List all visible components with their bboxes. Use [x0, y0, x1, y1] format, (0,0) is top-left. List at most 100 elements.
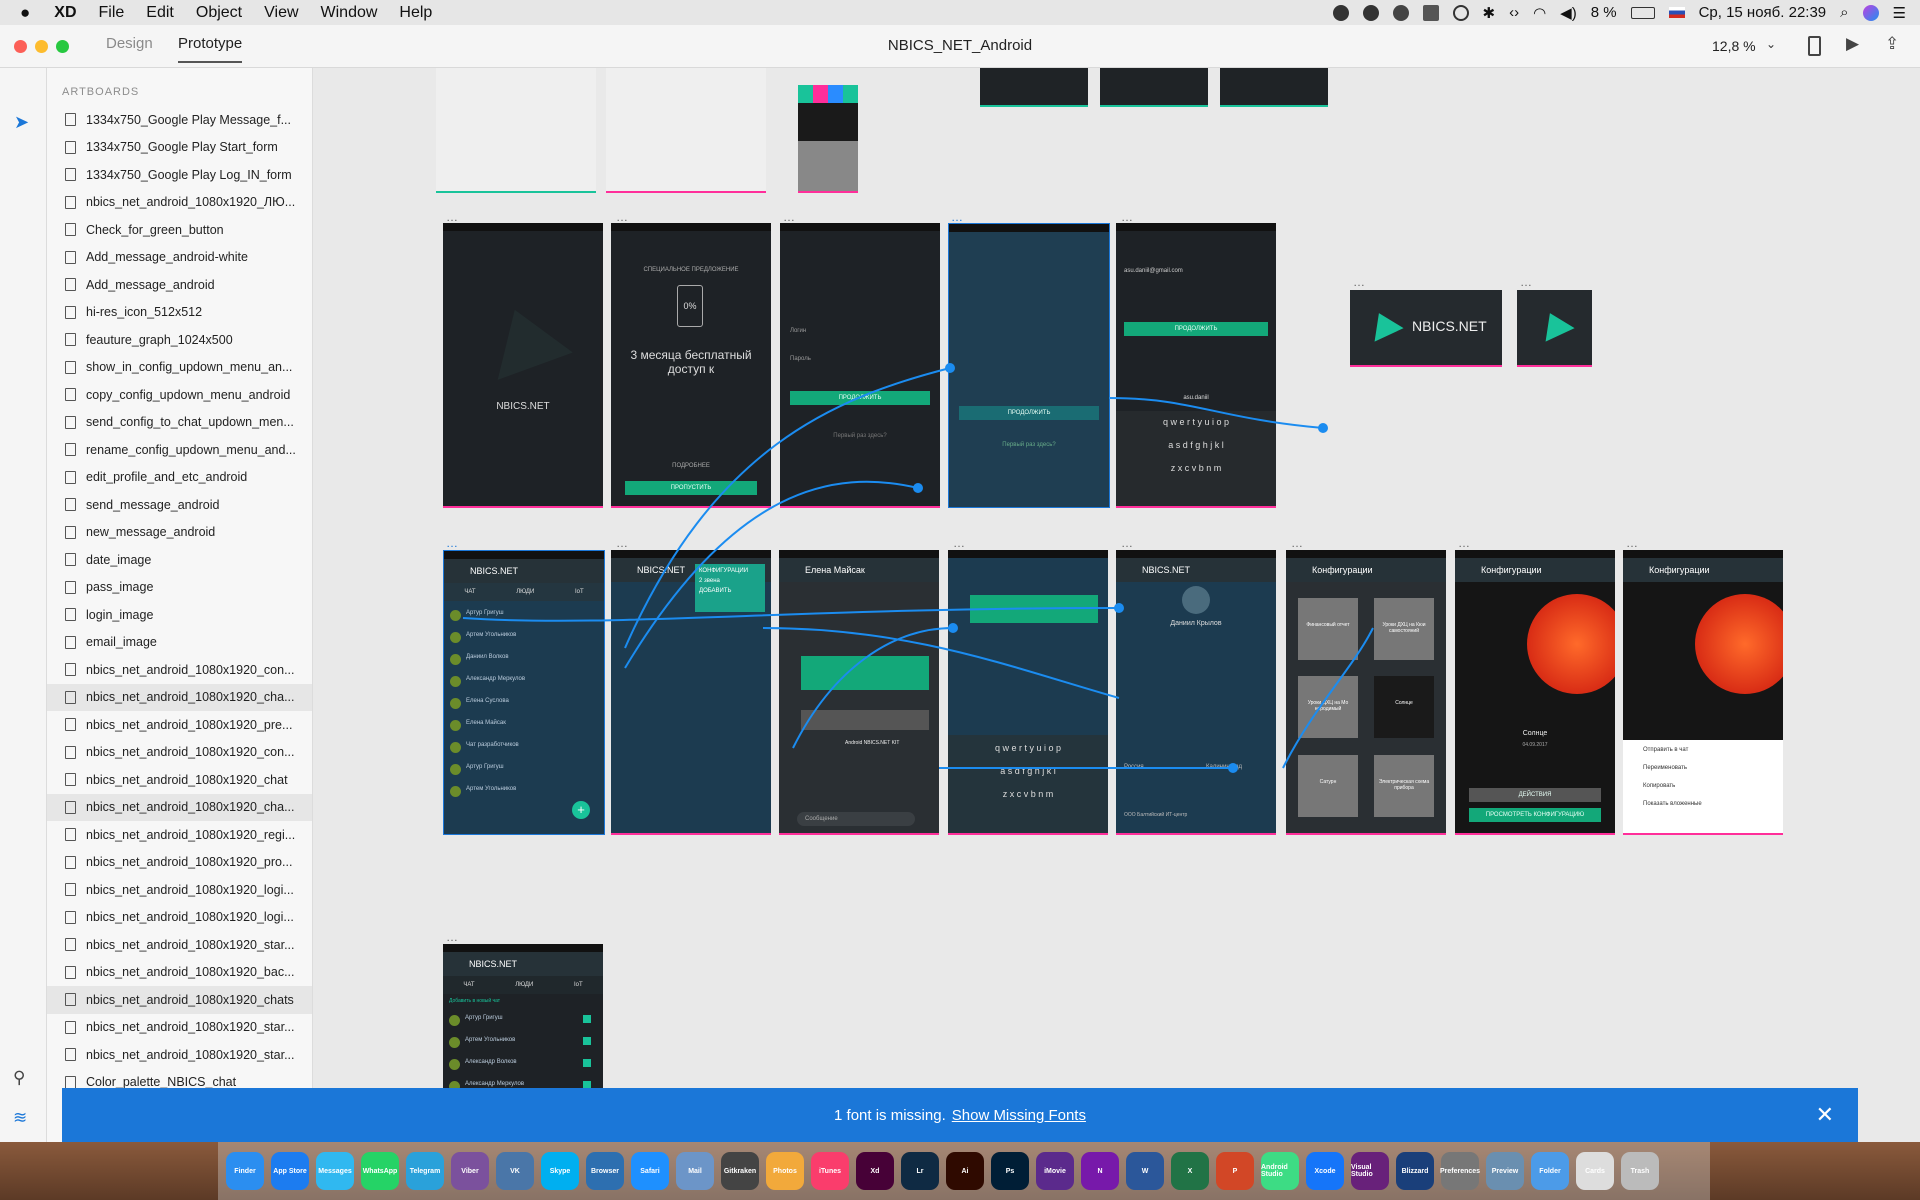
artboard-list-item[interactable]: feauture_graph_1024x500	[47, 326, 312, 354]
clock[interactable]: Ср, 15 нояб. 22:39	[1699, 4, 1827, 21]
dock-app-icon[interactable]: Blizzard	[1396, 1152, 1434, 1190]
artboard-list-item[interactable]: 1334x750_Google Play Message_f...	[47, 106, 312, 134]
menu-send-to-chat[interactable]: Отправить в чат	[1623, 740, 1783, 753]
artboard-list-item[interactable]: Add_message_android	[47, 271, 312, 299]
artboard-options-7[interactable]: …	[616, 536, 628, 550]
device-preview-icon[interactable]	[1808, 36, 1821, 56]
tab-people[interactable]: ЛЮДИ	[516, 589, 534, 595]
artboard-list-item[interactable]: send_message_android	[47, 491, 312, 519]
artboard-options-12[interactable]: …	[1626, 536, 1638, 550]
artboard-options-1[interactable]: …	[446, 210, 458, 224]
artboard-config-detail[interactable]: Конфигурации Солнце 04.09.2017 ДЕЙСТВИЯ …	[1455, 550, 1615, 835]
dock-app-icon[interactable]: Lr	[901, 1152, 939, 1190]
people-list-item[interactable]: Артем Угольников	[449, 1034, 597, 1052]
bluetooth-icon[interactable]: ✱	[1483, 4, 1496, 22]
dock-app-icon[interactable]: VK	[496, 1152, 534, 1190]
artboard-list-item[interactable]: login_image	[47, 601, 312, 629]
checkbox[interactable]	[583, 1059, 591, 1067]
artboard-options-icon[interactable]: …	[1520, 275, 1532, 289]
artboard-list-item[interactable]: nbics_net_android_1080x1920_cha...	[47, 683, 312, 711]
artboard-list-item[interactable]: show_in_config_updown_menu_an...	[47, 354, 312, 382]
login2-continue-button[interactable]: ПРОДОЛЖИТЬ	[1124, 322, 1268, 336]
people-tab-iot[interactable]: IoT	[574, 982, 583, 988]
artboard-list-item[interactable]: nbics_net_android_1080x1920_cha...	[47, 793, 312, 821]
dock-app-icon[interactable]: WhatsApp	[361, 1152, 399, 1190]
menu-file[interactable]: File	[99, 4, 125, 22]
wifi-icon[interactable]: ◠	[1533, 4, 1546, 22]
dock-app-icon[interactable]: Folder	[1531, 1152, 1569, 1190]
dock-app-icon[interactable]: Finder	[226, 1152, 264, 1190]
people-tab-chat[interactable]: ЧАТ	[463, 982, 474, 988]
artboard-login-keyboard[interactable]: asu.daniil@gmail.com ПРОДОЛЖИТЬ asu.dani…	[1116, 223, 1276, 508]
dock-app-icon[interactable]: Android Studio	[1261, 1152, 1299, 1190]
promo-skip-button[interactable]: ПРОПУСТИТЬ	[625, 481, 757, 495]
artboard-canvas[interactable]: … NBICS.NET … СПЕЦИАЛЬНОЕ ПРЕДЛОЖЕНИЕ 0%…	[313, 68, 1920, 1142]
artboard-list-item[interactable]: nbics_net_android_1080x1920_star...	[47, 931, 312, 959]
artboard-list-item[interactable]: nbics_net_android_1080x1920_chat	[47, 766, 312, 794]
chat-list-item[interactable]: Александр Меркулов	[450, 673, 598, 691]
keyboard2-row-2[interactable]: a s d f g h j k l	[948, 766, 1108, 776]
chevron-down-icon[interactable]: ⌄	[1766, 37, 1776, 51]
keyboard-row-3[interactable]: z x c v b n m	[1116, 463, 1276, 473]
display-status-icon[interactable]	[1422, 4, 1439, 21]
registration-first-time[interactable]: Первый раз здесь?	[949, 442, 1109, 448]
artboard-list-item[interactable]: send_config_to_chat_updown_men...	[47, 409, 312, 437]
siri-icon[interactable]	[1862, 4, 1879, 21]
chat-list-item[interactable]: Елена Майсак	[450, 717, 598, 735]
artboard-list-item[interactable]: nbics_net_android_1080x1920_ЛЮ...	[47, 189, 312, 217]
artboard-options-3[interactable]: …	[783, 210, 795, 224]
apple-menu-icon[interactable]: ●	[20, 3, 30, 23]
dock-app-icon[interactable]: Safari	[631, 1152, 669, 1190]
dock-app-icon[interactable]: Gitkraken	[721, 1152, 759, 1190]
play-icon[interactable]: ▶	[1846, 34, 1859, 54]
skype-status-icon[interactable]	[1332, 4, 1349, 21]
artboard-chats-menu[interactable]: NBICS.NET КОНФИГУРАЦИИ 2 звена ДОБАВИТЬ	[611, 550, 771, 835]
artboard-list-item[interactable]: nbics_net_android_1080x1920_regi...	[47, 821, 312, 849]
notification-center-icon[interactable]: ☰	[1893, 4, 1906, 22]
dock-app-icon[interactable]: Preferences	[1440, 1152, 1480, 1190]
artboard-hi-res-icon[interactable]	[1517, 290, 1592, 367]
artboard-options-4[interactable]: …	[951, 210, 963, 224]
dock-app-icon[interactable]: App Store	[271, 1152, 309, 1190]
artboard-options-2[interactable]: …	[616, 210, 628, 224]
menu-show-nested[interactable]: Показать вложенные	[1623, 789, 1783, 807]
artboard-top-5[interactable]	[1220, 68, 1328, 107]
code-icon[interactable]: ‹›	[1509, 4, 1519, 21]
artboard-list-item[interactable]: nbics_net_android_1080x1920_con...	[47, 739, 312, 767]
config-card[interactable]: Электрическая схема прибора	[1374, 754, 1434, 817]
artboard-dialog[interactable]: Елена Майсак Android NBICS.NET KIT Сообщ…	[779, 550, 939, 835]
chat-list-item[interactable]: Артем Угольников	[450, 629, 598, 647]
artboard-list-item[interactable]: pass_image	[47, 574, 312, 602]
artboard-top-2[interactable]	[606, 68, 766, 193]
close-icon[interactable]: ✕	[1816, 1102, 1834, 1128]
dock-app-icon[interactable]: W	[1126, 1152, 1164, 1190]
dock-app-icon[interactable]: Ps	[991, 1152, 1029, 1190]
artboard-config-menu[interactable]: Конфигурации Отправить в чат Переименова…	[1623, 550, 1783, 835]
dock-app-icon[interactable]: iMovie	[1036, 1152, 1074, 1190]
dock-app-icon[interactable]: N	[1081, 1152, 1119, 1190]
chat-list-item[interactable]: Артем Угольников	[450, 783, 598, 801]
app-menu[interactable]: XD	[54, 4, 76, 22]
dock-app-icon[interactable]: Telegram	[406, 1152, 444, 1190]
dock-app-icon[interactable]: Skype	[541, 1152, 579, 1190]
artboard-list-item[interactable]: nbics_net_android_1080x1920_pre...	[47, 711, 312, 739]
dock-app-icon[interactable]: X	[1171, 1152, 1209, 1190]
artboard-list-item[interactable]: email_image	[47, 629, 312, 657]
layers-icon[interactable]: ≋	[13, 1108, 27, 1128]
artboard-list-item[interactable]: nbics_net_android_1080x1920_logi...	[47, 876, 312, 904]
spotlight-icon[interactable]: ⌕	[1840, 4, 1848, 21]
menu-copy[interactable]: Копировать	[1623, 771, 1783, 789]
artboard-feature-graph[interactable]: NBICS.NET	[1350, 290, 1502, 367]
dock-app-icon[interactable]: Messages	[316, 1152, 354, 1190]
dock-app-icon[interactable]: Cards	[1576, 1152, 1614, 1190]
people-list-item[interactable]: Александр Волков	[449, 1056, 597, 1074]
artboard-top-1[interactable]	[436, 68, 596, 193]
keyboard-row-2[interactable]: a s d f g h j k l	[1116, 440, 1276, 450]
message-input[interactable]: Сообщение	[797, 812, 915, 826]
artboard-configurations[interactable]: Конфигурации Финансовый отчет Уроки ДХЦ н…	[1286, 550, 1446, 835]
checkbox[interactable]	[583, 1037, 591, 1045]
artboard-list-item[interactable]: date_image	[47, 546, 312, 574]
link-icon[interactable]: ⚲	[13, 1068, 25, 1088]
flag-icon[interactable]	[1668, 7, 1685, 18]
artboard-profile[interactable]: NBICS.NET Даниил Крылов Россия Калинингр…	[1116, 550, 1276, 835]
